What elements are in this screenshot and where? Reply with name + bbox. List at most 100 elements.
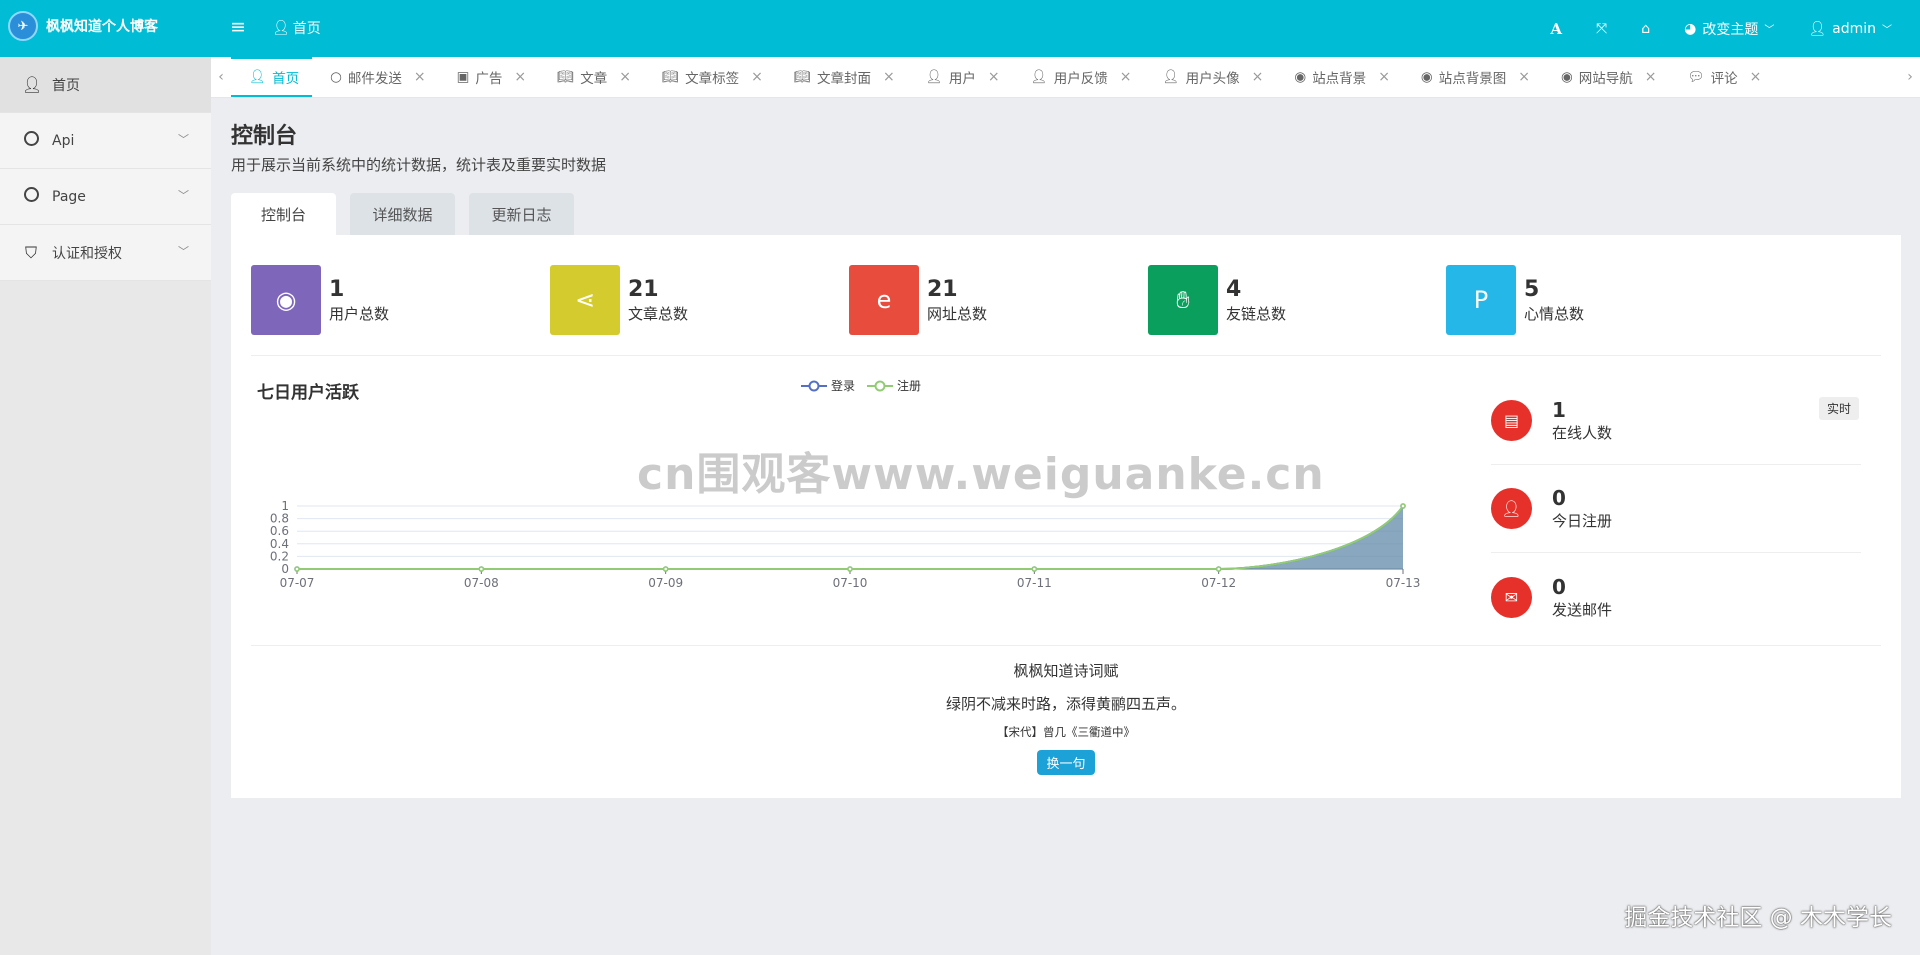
- series-area: [297, 506, 1403, 569]
- tab-1[interactable]: 👤︎ 首页: [231, 57, 313, 97]
- y-tick-label: 0.8: [270, 512, 289, 526]
- x-tick-label: 07-09: [648, 576, 683, 590]
- y-tick-label: 0: [281, 562, 289, 576]
- logo-icon: ✈: [8, 11, 38, 41]
- shield-icon: ⛉: [24, 242, 37, 262]
- stat-card[interactable]: ◉ 1 用户总数: [251, 265, 389, 335]
- sidebar-item-label: Page: [52, 188, 86, 205]
- circle-icon: [22, 131, 40, 150]
- tab-8[interactable]: 👤︎ 用户反馈 ×: [1013, 57, 1145, 97]
- close-icon[interactable]: ×: [1750, 69, 1762, 85]
- theme-label: 改变主题: [1702, 21, 1759, 38]
- tab-label: 邮件发送: [347, 71, 402, 87]
- top-home-label: 首页: [292, 21, 321, 37]
- chart-title: 七日用户活跃: [257, 383, 359, 403]
- realtime-stat-value: 1: [1552, 398, 1566, 422]
- sidebar-item-home[interactable]: 👤︎ 首页: [0, 57, 211, 113]
- image-icon: ▣: [456, 69, 470, 85]
- tab-10[interactable]: ◉ 站点背景 ×: [1276, 57, 1403, 97]
- envelope-icon: ✉: [1491, 576, 1532, 618]
- close-icon[interactable]: ×: [619, 69, 631, 85]
- palette-icon: ◕: [1684, 20, 1697, 37]
- subtab-dashboard[interactable]: 控制台: [231, 193, 336, 235]
- tab-6[interactable]: 📖︎ 文章封面 ×: [776, 57, 908, 97]
- sidebar-item-api[interactable]: Api ﹀: [0, 113, 211, 169]
- tab-label: 评论: [1710, 71, 1738, 87]
- realtime-stat-label: 在线人数: [1552, 424, 1613, 442]
- tab-9[interactable]: 👤︎ 用户头像 ×: [1145, 57, 1277, 97]
- data-point: [1215, 566, 1222, 572]
- stat-card[interactable]: ⋖ 21 文章总数: [550, 265, 688, 335]
- tab-13[interactable]: 💬︎ 评论 ×: [1669, 57, 1774, 97]
- close-icon[interactable]: ×: [751, 69, 763, 85]
- brand[interactable]: ✈ 枫枫知道个人博客: [8, 11, 158, 41]
- page-subtitle: 用于展示当前系统中的统计数据，统计表及重要实时数据: [231, 156, 607, 174]
- stat-card[interactable]: e 21 网址总数: [849, 265, 987, 335]
- legend-item-register[interactable]: 注册: [867, 377, 921, 394]
- x-tick-label: 07-12: [1201, 576, 1236, 590]
- user-menu[interactable]: 👤︎ admin ﹀: [1808, 21, 1892, 37]
- subtabs: 控制台 详细数据 更新日志: [231, 193, 1901, 235]
- sidebar: 👤︎ 首页 Api ﹀ Page ﹀ ⛉ 认证和授权 ﹀: [0, 57, 211, 955]
- realtime-stat-value: 0: [1552, 574, 1566, 599]
- y-tick-label: 0.4: [270, 537, 289, 551]
- legend-item-login[interactable]: 登录: [801, 377, 855, 394]
- circle-icon: ○: [330, 69, 342, 85]
- globe-icon: ◉: [1294, 69, 1307, 85]
- sidebar-item-auth[interactable]: ⛉ 认证和授权 ﹀: [0, 225, 211, 281]
- stat-card[interactable]: P 5 心情总数: [1446, 265, 1584, 335]
- stat-text: 21 文章总数: [628, 277, 688, 324]
- close-icon[interactable]: ×: [1120, 69, 1132, 85]
- close-icon[interactable]: ×: [988, 69, 1000, 85]
- poem-source: 【宋代】曾几《三衢道中》: [997, 725, 1135, 739]
- home-icon[interactable]: ⌂: [1641, 21, 1650, 37]
- data-point: [1031, 566, 1038, 572]
- realtime-stat-text: 0 发送邮件: [1552, 575, 1612, 620]
- top-home-link[interactable]: 👤︎ 首页: [272, 18, 321, 38]
- tab-4[interactable]: 📖︎ 文章 ×: [539, 57, 644, 97]
- realtime-stat-text: 1 在线人数: [1552, 398, 1612, 443]
- close-icon[interactable]: ×: [1645, 69, 1657, 85]
- user-icon: 👤︎: [1808, 20, 1827, 37]
- subtab-details[interactable]: 详细数据: [350, 193, 455, 235]
- poem-widget: 枫枫知道诗词赋 绿阴不减来时路，添得黄鹂四五声。 【宋代】曾几《三衢道中》 换一…: [231, 660, 1901, 775]
- x-tick-label: 07-07: [280, 576, 315, 590]
- sidebar-item-label: 认证和授权: [52, 245, 122, 262]
- tab-scroll-left-icon[interactable]: ‹: [211, 57, 231, 97]
- next-poem-button[interactable]: 换一句: [1037, 750, 1095, 775]
- close-icon[interactable]: ×: [883, 69, 895, 85]
- user-circle-icon: ◉: [251, 265, 321, 335]
- globe-icon: ◉: [1560, 69, 1573, 85]
- user-icon: 👤︎: [272, 20, 290, 36]
- sidebar-item-page[interactable]: Page ﹀: [0, 169, 211, 225]
- realtime-stat: ✉ 0 发送邮件: [1491, 553, 1861, 641]
- stat-text: 4 友链总数: [1226, 277, 1286, 324]
- close-icon[interactable]: ×: [414, 69, 426, 85]
- close-icon[interactable]: ×: [1518, 69, 1530, 85]
- data-point: [294, 566, 300, 572]
- stat-label: 友链总数: [1226, 304, 1287, 323]
- menu-toggle-icon[interactable]: ≡: [230, 16, 246, 38]
- close-icon[interactable]: ×: [1252, 69, 1264, 85]
- close-icon[interactable]: ×: [1378, 69, 1390, 85]
- tab-bar: ‹ 👤︎ 首页 ○ 邮件发送 × ▣ 广告 × 📖︎ 文章 × 📖︎ 文章标签 × 📖︎ 文章封面 × 👤︎ 用户 ×…: [211, 57, 1920, 98]
- tab-2[interactable]: ○ 邮件发送 ×: [312, 57, 439, 97]
- stat-card[interactable]: ✋︎ 4 友链总数: [1148, 265, 1286, 335]
- tab-scroll-right-icon[interactable]: ›: [1900, 57, 1920, 97]
- close-icon[interactable]: ×: [514, 69, 526, 85]
- fullscreen-icon[interactable]: ⤧: [1596, 21, 1607, 37]
- chevron-down-icon: ﹀: [178, 133, 189, 146]
- chart-legend: 登录 注册: [801, 377, 921, 394]
- chevron-down-icon: ﹀: [1764, 25, 1775, 36]
- dashboard-panel: ◉ 1 用户总数 ⋖ 21 文章总数 e 21 网址总数 ✋︎ 4 友链总数 P 5 心情总数 七日用户活跃…: [231, 235, 1901, 798]
- tab-5[interactable]: 📖︎ 文章标签 ×: [644, 57, 776, 97]
- theme-menu[interactable]: ◕ 改变主题 ﹀: [1684, 19, 1774, 39]
- tab-12[interactable]: ◉ 网站导航 ×: [1543, 57, 1670, 97]
- tab-7[interactable]: 👤︎ 用户 ×: [908, 57, 1013, 97]
- tab-3[interactable]: ▣ 广告 ×: [439, 57, 540, 97]
- tab-label: 首页: [272, 71, 300, 87]
- font-icon[interactable]: A: [1550, 20, 1562, 38]
- subtab-changelog[interactable]: 更新日志: [469, 193, 574, 235]
- tab-11[interactable]: ◉ 站点背景图 ×: [1403, 57, 1543, 97]
- legend-label: 登录: [831, 379, 856, 393]
